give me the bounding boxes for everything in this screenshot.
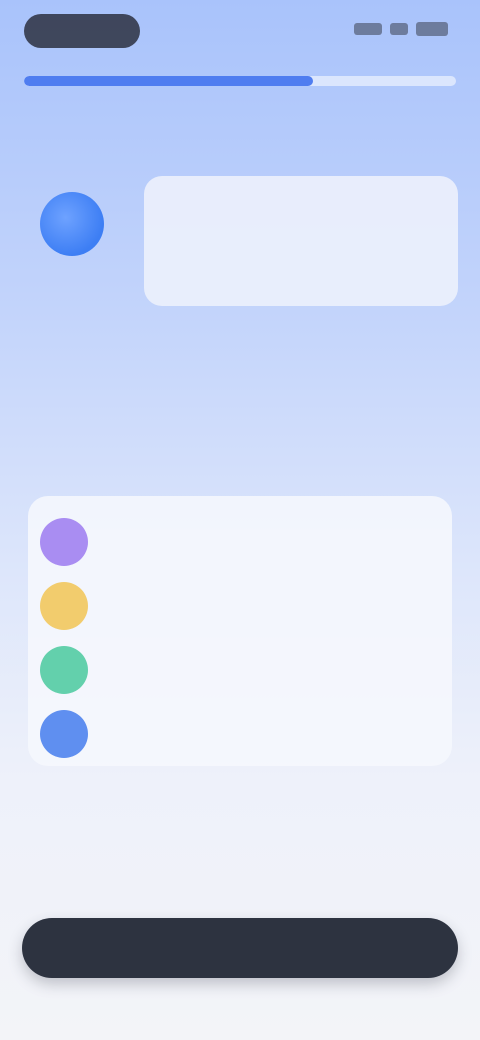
signal-icon: [354, 23, 382, 35]
option-circle-icon: [40, 582, 88, 630]
option-item[interactable]: [40, 642, 440, 698]
option-circle-icon: [40, 710, 88, 758]
option-item[interactable]: [40, 578, 440, 634]
status-time-pill: [24, 14, 140, 48]
status-icons: [354, 22, 448, 36]
wifi-icon: [390, 23, 408, 35]
options-card: [28, 496, 452, 766]
progress-bar: [24, 76, 456, 86]
status-bar: [0, 0, 480, 64]
option-circle-icon: [40, 646, 88, 694]
assistant-avatar: [40, 192, 104, 256]
battery-icon: [416, 22, 448, 36]
continue-button[interactable]: [22, 918, 458, 978]
option-circle-icon: [40, 518, 88, 566]
assistant-message-bubble: [144, 176, 458, 306]
option-item[interactable]: [40, 706, 440, 762]
option-item[interactable]: [40, 514, 440, 570]
progress-fill: [24, 76, 314, 86]
